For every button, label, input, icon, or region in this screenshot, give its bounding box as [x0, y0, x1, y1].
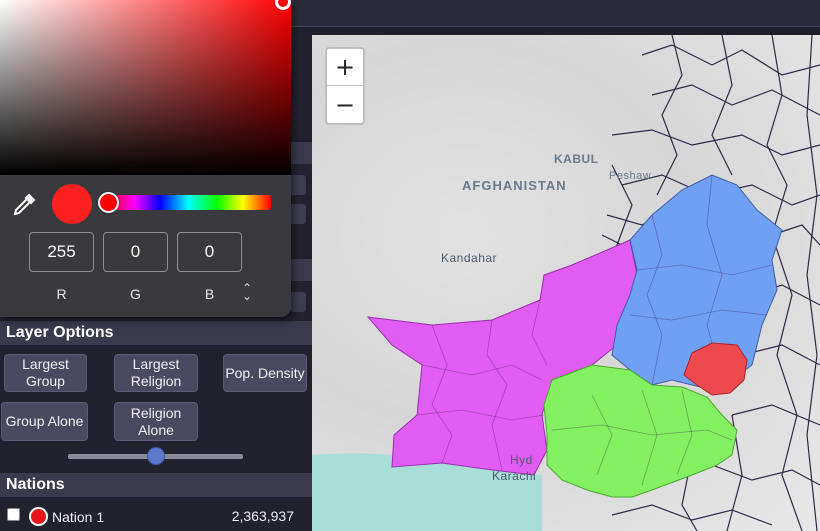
eyedropper-icon[interactable] [12, 193, 36, 217]
red-label: R [56, 286, 67, 302]
map-label-kandahar: Kandahar [441, 251, 498, 265]
layer-options-header: Layer Options [0, 321, 312, 345]
opacity-slider-thumb[interactable] [146, 447, 165, 465]
app-root: Layer Options Largest Group Largest Reli… [0, 0, 820, 531]
blue-input[interactable] [177, 232, 242, 272]
zoom-control: + − [325, 47, 365, 125]
blue-label: B [204, 286, 215, 302]
nation-name: Nation 1 [52, 509, 105, 525]
hidden-control[interactable] [290, 292, 306, 312]
red-input[interactable] [29, 232, 94, 272]
nation-color-dot[interactable] [29, 507, 48, 526]
map-label-kabul: KABUL [554, 152, 599, 166]
color-picker: R G B ⌃⌄ [0, 0, 291, 317]
hue-slider-thumb[interactable] [98, 192, 119, 213]
zoom-out-button[interactable]: − [327, 86, 363, 123]
map-canvas[interactable] [312, 35, 820, 531]
nation-checkbox[interactable] [7, 508, 20, 521]
hue-slider[interactable] [106, 195, 271, 210]
map-view[interactable]: KABUL AFGHANISTAN Kandahar Peshaw Karach… [312, 35, 820, 531]
map-label-hyderabad: Hyd [510, 453, 533, 467]
largest-group-button[interactable]: Largest Group [4, 354, 87, 392]
pop-density-button[interactable]: Pop. Density [223, 354, 307, 392]
color-mode-toggle-icon[interactable]: ⌃ ⌄ [240, 282, 254, 302]
map-label-afghanistan: AFGHANISTAN [462, 178, 567, 193]
hidden-control[interactable] [290, 204, 306, 224]
nation-row[interactable]: Nation 1 2,363,937 [0, 503, 312, 531]
largest-religion-button[interactable]: Largest Religion [114, 354, 198, 392]
religion-alone-button[interactable]: Religion Alone [114, 402, 198, 441]
nation-population: 2,363,937 [231, 508, 294, 524]
map-label-karachi: Karachi [492, 469, 537, 483]
group-alone-button[interactable]: Group Alone [1, 402, 88, 441]
saturation-area[interactable] [0, 0, 291, 175]
color-swatch [52, 184, 92, 224]
green-input[interactable] [103, 232, 168, 272]
green-label: G [130, 286, 141, 302]
map-label-peshawar: Peshaw [609, 170, 652, 182]
nations-header: Nations [0, 473, 312, 497]
zoom-in-button[interactable]: + [327, 49, 363, 86]
hidden-control[interactable] [290, 175, 306, 195]
